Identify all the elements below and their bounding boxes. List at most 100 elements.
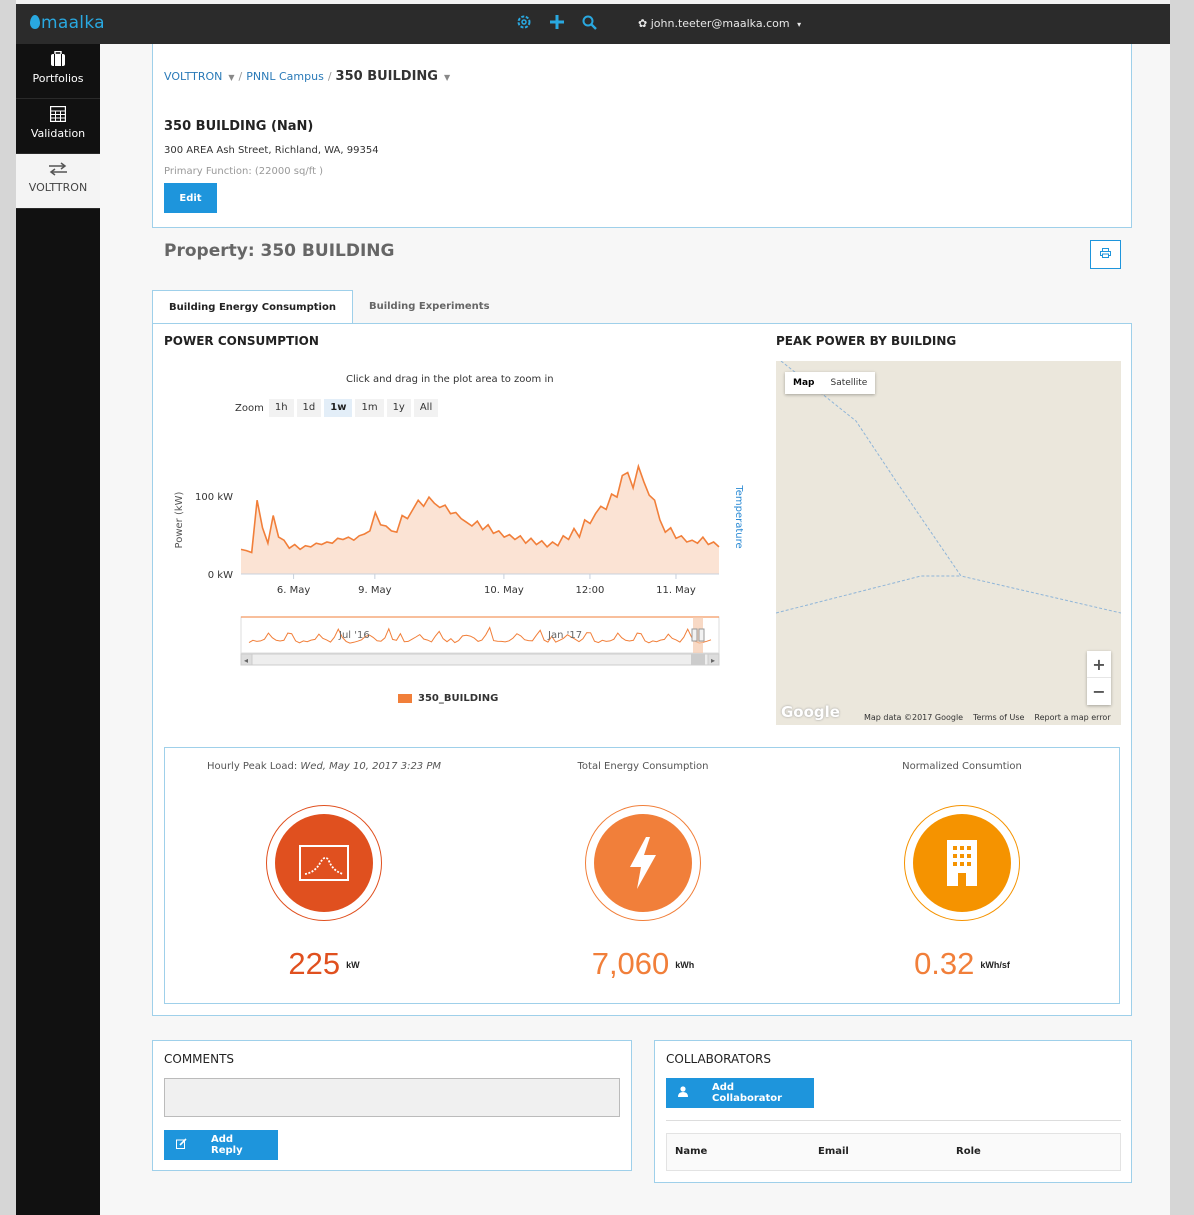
page-title: Property: 350 BUILDING xyxy=(164,241,395,261)
zoom-1w-button[interactable]: 1w xyxy=(324,399,353,417)
logo-text: maalka xyxy=(41,13,105,33)
building-primary-function: Primary Function: (22000 sq/ft ) xyxy=(164,166,324,177)
tab-panel: POWER CONSUMPTION Click and drag in the … xyxy=(152,323,1132,1016)
collaborators-table: Name Email Role xyxy=(666,1133,1121,1171)
series-area xyxy=(241,466,719,574)
terms-link[interactable]: Terms of Use xyxy=(973,713,1024,722)
map-zoom-control: + − xyxy=(1087,651,1111,705)
x-tick-label: 11. May xyxy=(656,585,696,596)
y-tick-label: 100 kW xyxy=(195,492,233,503)
kpi-peak-load: Hourly Peak Load: Wed, May 10, 2017 3:23… xyxy=(165,748,483,1003)
exchange-icon xyxy=(16,161,100,181)
kpi-value: 7,060 kWh xyxy=(484,946,802,982)
user-menu[interactable]: ✿ john.teeter@maalka.com ▾ xyxy=(638,17,801,30)
user-email: john.teeter@maalka.com xyxy=(650,17,790,30)
zoom-1h-button[interactable]: 1h xyxy=(268,399,294,417)
chart-icon xyxy=(275,814,373,912)
add-reply-button[interactable]: Add Reply xyxy=(164,1130,278,1160)
legend-label: 350_BUILDING xyxy=(418,693,499,704)
zoom-controls: Zoom 1h 1d 1w 1m 1y All xyxy=(235,399,439,417)
print-icon xyxy=(1100,248,1111,258)
report-error-link[interactable]: Report a map error xyxy=(1034,713,1110,722)
gear-icon[interactable] xyxy=(516,14,532,34)
breadcrumb: VOLTTRON ▼ / PNNL Campus/ 350 BUILDING ▼ xyxy=(164,69,450,84)
comments-title: COMMENTS xyxy=(164,1052,235,1066)
zoom-1m-button[interactable]: 1m xyxy=(355,399,384,417)
plus-icon[interactable] xyxy=(550,15,564,33)
x-tick-label: 9. May xyxy=(358,585,391,596)
map-zoom-out-button[interactable]: − xyxy=(1087,678,1111,705)
user-icon xyxy=(678,1086,688,1100)
sidebar: Portfolios Validation VOLTTRON xyxy=(16,44,100,1215)
navigator[interactable] xyxy=(240,616,720,654)
top-icons xyxy=(516,14,597,34)
kpi-icon-ring xyxy=(266,805,382,921)
breadcrumb-separator: / xyxy=(327,70,332,83)
map-zoom-in-button[interactable]: + xyxy=(1087,651,1111,678)
map-roads xyxy=(776,361,1121,614)
search-icon[interactable] xyxy=(582,15,597,34)
add-collaborator-button[interactable]: Add Collaborator xyxy=(666,1078,814,1108)
peak-power-title: PEAK POWER BY BUILDING xyxy=(776,334,957,348)
column-header-name[interactable]: Name xyxy=(675,1146,707,1157)
sidebar-item-portfolios[interactable]: Portfolios xyxy=(16,44,100,99)
google-logo[interactable]: Google xyxy=(781,703,840,721)
zoom-1d-button[interactable]: 1d xyxy=(296,399,322,417)
breadcrumb-campus[interactable]: PNNL Campus xyxy=(246,70,324,83)
map-type-map[interactable]: Map xyxy=(785,372,822,394)
map-data-text: Map data ©2017 Google xyxy=(864,713,964,722)
map-view[interactable]: Map Satellite + − Google Map data ©2017 … xyxy=(776,361,1121,725)
navigator-handle[interactable] xyxy=(698,628,705,642)
kpi-normalized: Normalized Consumtion 0.32 kWh/sf xyxy=(803,748,1121,1003)
breadcrumb-volttron[interactable]: VOLTTRON xyxy=(164,70,222,83)
scroll-thumb[interactable] xyxy=(691,654,705,665)
maalka-logo[interactable]: maalka xyxy=(30,13,105,33)
add-reply-label: Add Reply xyxy=(211,1134,243,1156)
sidebar-item-validation[interactable]: Validation xyxy=(16,99,100,154)
comment-input[interactable] xyxy=(164,1078,620,1117)
navigator-label: Jul '16 xyxy=(338,630,370,641)
breadcrumb-separator: / xyxy=(238,70,243,83)
navigator-label: Jan '17 xyxy=(547,630,582,641)
divider xyxy=(666,1120,1121,1121)
kpi-icon-ring xyxy=(585,805,701,921)
chart-legend[interactable]: 350_BUILDING xyxy=(398,693,498,704)
map-attribution: Map data ©2017 Google Terms of Use Repor… xyxy=(864,713,1111,722)
chevron-down-icon[interactable]: ▼ xyxy=(444,73,450,82)
chart-zoom-hint: Click and drag in the plot area to zoom … xyxy=(346,374,554,385)
collaborators-panel: COLLABORATORS Add Collaborator Name Emai… xyxy=(654,1040,1132,1183)
column-header-role[interactable]: Role xyxy=(956,1146,981,1157)
top-bar: maalka ✿ john.teeter@maalka.com ▾ xyxy=(16,4,1170,44)
arrow-left-icon: ◂ xyxy=(244,656,248,665)
kpi-label: Normalized Consumtion xyxy=(902,761,1022,772)
edit-button[interactable]: Edit xyxy=(164,183,217,213)
navigator-handle[interactable] xyxy=(691,628,698,642)
main-content: VOLTTRON ▼ / PNNL Campus/ 350 BUILDING ▼ 350 … xyxy=(100,44,1170,1215)
tab-building-experiments[interactable]: Building Experiments xyxy=(353,290,506,324)
app-window: maalka ✿ john.teeter@maalka.com ▾ Portfo… xyxy=(16,0,1170,1215)
map-type-satellite[interactable]: Satellite xyxy=(822,372,875,394)
y2-axis-label: Temperature xyxy=(733,484,744,548)
sidebar-item-volttron[interactable]: VOLTTRON xyxy=(16,154,100,209)
tab-building-energy-consumption[interactable]: Building Energy Consumption xyxy=(152,290,353,324)
navigator-scrollbar[interactable] xyxy=(240,653,720,666)
breadcrumb-current[interactable]: 350 BUILDING xyxy=(336,69,438,84)
print-button[interactable] xyxy=(1090,240,1121,269)
zoom-1y-button[interactable]: 1y xyxy=(386,399,411,417)
sidebar-item-label: VOLTTRON xyxy=(28,181,88,194)
column-header-email[interactable]: Email xyxy=(818,1146,849,1157)
y-tick-label: 0 kW xyxy=(208,570,233,581)
comments-panel: COMMENTS Add Reply xyxy=(152,1040,632,1171)
drop-icon xyxy=(30,15,40,29)
kpi-unit: kW xyxy=(346,960,360,970)
zoom-all-button[interactable]: All xyxy=(413,399,439,417)
power-consumption-title: POWER CONSUMPTION xyxy=(164,334,319,348)
power-chart[interactable]: Power (kW) Temperature 100 kW 0 kW 6. Ma… xyxy=(161,432,751,682)
arrow-right-icon: ▸ xyxy=(711,656,715,665)
property-header-card: VOLTTRON ▼ / PNNL Campus/ 350 BUILDING ▼ 350 … xyxy=(152,44,1132,228)
building-title: 350 BUILDING (NaN) xyxy=(164,119,314,134)
kpi-value: 225 kW xyxy=(165,946,483,982)
chevron-down-icon[interactable]: ▼ xyxy=(228,73,234,82)
kpi-number: 225 xyxy=(288,946,341,981)
kpi-label-text: Hourly Peak Load: xyxy=(206,761,298,772)
